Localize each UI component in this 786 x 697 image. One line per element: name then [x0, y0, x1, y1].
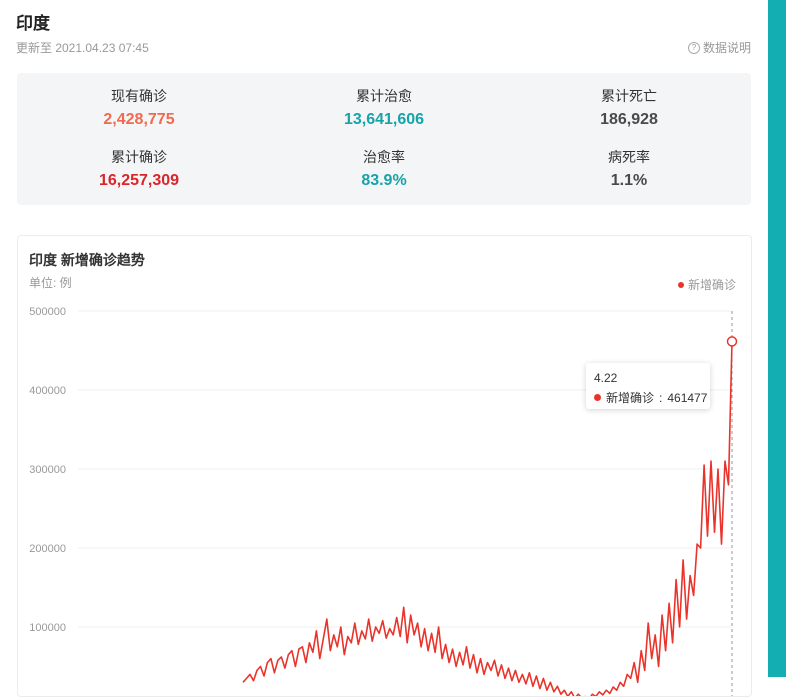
y-tick-label: 400000	[29, 385, 66, 397]
stat-total-cured: 累计治愈 13,641,606	[262, 86, 506, 129]
stat-value: 186,928	[600, 111, 658, 128]
stat-value: 1.1%	[610, 172, 648, 189]
stat-label: 累计确诊	[111, 149, 167, 165]
stat-label: 治愈率	[363, 149, 405, 165]
trend-chart[interactable]: 500000 400000 300000 200000 100000	[18, 236, 751, 696]
y-tick-label: 300000	[29, 464, 66, 476]
stat-value: 83.9%	[361, 172, 407, 189]
stat-total-confirmed: 累计确诊 16,257,309	[17, 147, 261, 190]
data-explain-link[interactable]: ? 数据说明	[687, 39, 751, 56]
tooltip-date: 4.22	[594, 371, 618, 385]
y-tick-label: 200000	[29, 543, 66, 555]
trend-chart-card: 印度 新增确诊趋势 单位: 例 新增确诊 500000 400000 300000 2…	[17, 235, 752, 697]
highlight-point[interactable]	[726, 336, 738, 347]
stat-value: 13,641,606	[343, 111, 425, 128]
y-tick-label: 500000	[29, 306, 66, 318]
stat-current-confirmed: 现有确诊 2,428,775	[17, 86, 261, 129]
stat-total-deaths: 累计死亡 186,928	[507, 86, 751, 129]
stat-label: 现有确诊	[111, 88, 167, 104]
stat-label: 累计治愈	[356, 88, 412, 104]
stat-cure-rate: 治愈率 83.9%	[262, 147, 506, 190]
stat-label: 病死率	[608, 149, 650, 165]
tooltip-dot-icon	[594, 394, 601, 401]
scrollbar[interactable]	[768, 0, 786, 677]
stat-value: 16,257,309	[98, 172, 180, 189]
stat-value: 2,428,775	[103, 111, 175, 128]
y-tick-label: 100000	[29, 622, 66, 634]
page: 印度 更新至 2021.04.23 07:45 ? 数据说明 现有确诊 2,42…	[0, 0, 768, 697]
stat-death-rate: 病死率 1.1%	[507, 147, 751, 190]
stat-label: 累计死亡	[601, 88, 657, 104]
tooltip-row: 新增确诊: 461477	[594, 389, 707, 406]
tooltip-series: 新增确诊	[606, 391, 655, 405]
chart-tooltip: 4.22 新增确诊: 461477	[586, 363, 710, 409]
question-icon: ?	[687, 41, 700, 54]
stats-panel: 现有确诊 2,428,775 累计治愈 13,641,606 累计死亡 186,…	[17, 73, 751, 205]
update-time: 更新至 2021.04.23 07:45	[16, 41, 149, 55]
tooltip-value: 461477	[667, 390, 708, 405]
data-explain-label: 数据说明	[702, 41, 751, 55]
page-title: 印度	[16, 14, 50, 33]
